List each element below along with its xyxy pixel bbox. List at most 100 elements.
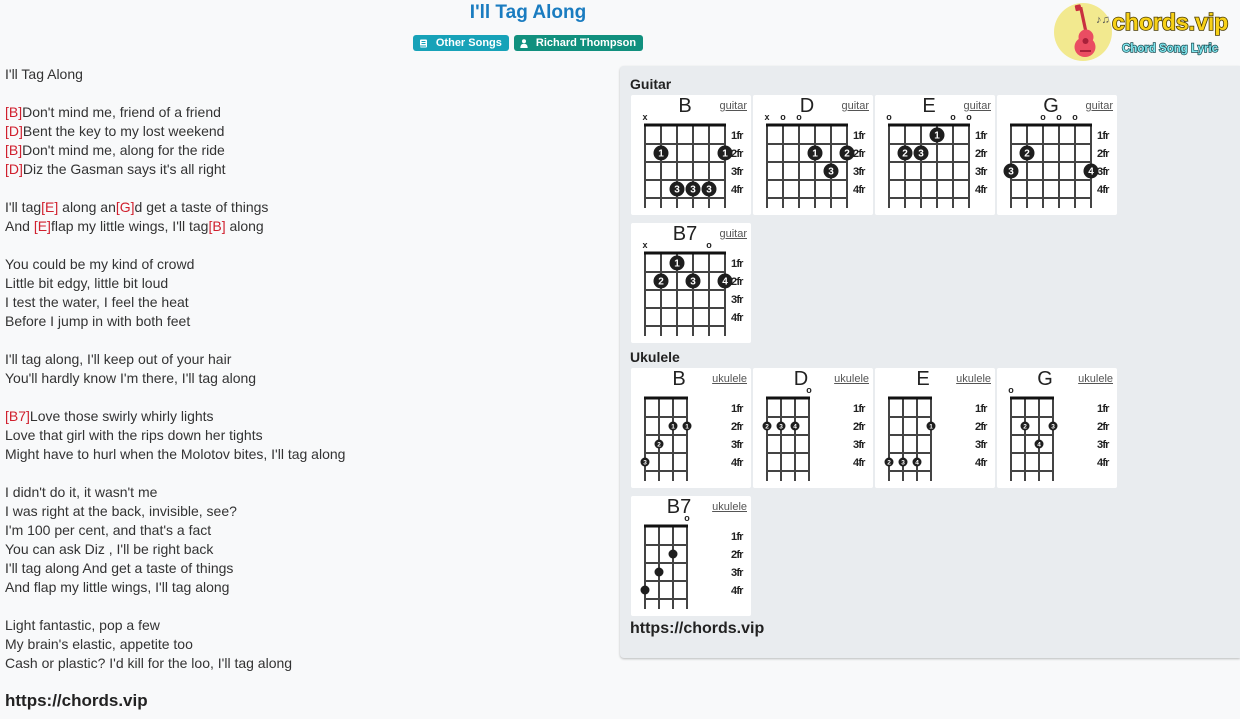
lyric-text: I'll tag along, I'll keep out of your ha…: [5, 351, 232, 367]
fret-label: 1fr: [731, 531, 744, 543]
lyric-text: Love that girl with the rips down her ti…: [5, 427, 263, 443]
chord-marker[interactable]: [E]: [34, 218, 51, 234]
fretboard-diagram: x o 1fr 2fr 3fr 4fr 12 3 4: [642, 240, 745, 336]
finger-number: 1: [658, 149, 664, 160]
chord-name: G: [119, 199, 131, 215]
fret-label: 3fr: [731, 439, 744, 451]
fret-label: 3fr: [853, 439, 866, 451]
finger-number: 4: [1088, 167, 1094, 178]
open-string-marker: o: [1056, 112, 1062, 122]
chord-name: B: [8, 104, 19, 120]
fret-label: 2fr: [853, 148, 866, 160]
lyric-text: d get a taste of things: [134, 199, 269, 215]
lyric-text: Little bit edgy, little bit loud: [5, 275, 169, 291]
chord-marker[interactable]: [B]: [5, 142, 22, 158]
finger-number: 2: [1024, 149, 1030, 160]
lyric-text: I test the water, I feel the heat: [5, 294, 189, 310]
fret-label: 4fr: [731, 585, 744, 597]
site-logo[interactable]: ♪♫ chords.vip Chord Song Lyric: [1053, 1, 1235, 63]
open-string-marker: o: [706, 240, 712, 250]
chord-marker[interactable]: [E]: [41, 199, 58, 215]
lyric-text: Love those swirly whirly lights: [29, 408, 214, 424]
lyrics-body: I'll Tag Along [B]Don't mind me, friend o…: [5, 65, 345, 673]
fret-label: 4fr: [853, 184, 866, 196]
lyric-line: Might have to hurl when the Molotov bite…: [5, 445, 345, 464]
chord-diagrams-panel: Guitar Bguitar x 1fr 2fr 3fr 4fr 1 1 3 3 3 Dguitar x…: [620, 66, 1240, 658]
lyric-blank-line: [5, 236, 345, 255]
fret-label: 1fr: [1097, 130, 1110, 142]
lyric-line: I'll Tag Along: [5, 65, 345, 84]
fret-label: 3fr: [975, 439, 988, 451]
book-icon: [419, 39, 428, 48]
other-songs-badge[interactable]: Other Songs: [412, 35, 509, 51]
ukulele-chord-diagram: Bukulele 1fr 2fr 3fr 4fr 1 1 2 3: [631, 368, 751, 488]
chord-marker[interactable]: [B]: [5, 104, 22, 120]
chord-marker[interactable]: [G]: [116, 199, 135, 215]
lyric-text: Light fantastic, pop a few: [5, 617, 160, 633]
lyric-text: Don't mind me, friend of a friend: [22, 104, 221, 120]
logo-brand: chords.vip: [1112, 9, 1228, 35]
ukulele-chord-diagram: Gukulele o 1fr 2fr 3fr 4fr 2 3 4: [997, 368, 1117, 488]
lyric-text: along an: [58, 199, 116, 215]
panel-url[interactable]: https://chords.vip: [630, 619, 764, 639]
fret-label: 4fr: [1097, 184, 1110, 196]
fret-label: 4fr: [1097, 457, 1110, 469]
finger-number: 4: [1037, 441, 1041, 448]
footer-url[interactable]: https://chords.vip: [5, 690, 148, 712]
chord-marker[interactable]: [B7]: [5, 408, 30, 424]
artist-badge[interactable]: Richard Thompson: [513, 35, 644, 51]
lyric-line: You'll hardly know I'm there, I'll tag a…: [5, 369, 345, 388]
chord-name: B7: [8, 408, 27, 424]
fretboard-diagram: o 1fr 2fr 3fr 4fr: [640, 513, 745, 609]
chord-name: B: [212, 218, 222, 234]
user-icon: [520, 38, 528, 48]
fret-label: 2fr: [1097, 148, 1110, 160]
chord-name: D: [8, 123, 20, 139]
fret-label: 1fr: [853, 403, 866, 415]
ukulele-chord-diagram: Eukulele 1fr 2fr 3fr 4fr 1 2 3 4: [875, 368, 995, 488]
other-songs-label: Other Songs: [435, 37, 502, 49]
guitar-chord-diagram: B7 guitar x o 1fr 2fr 3fr 4fr 1 2 3 4: [631, 223, 751, 343]
fret-label: 4fr: [975, 457, 988, 469]
finger-number: 4: [793, 423, 797, 430]
ukulele-chord-diagram: B7 ukulele o 1fr 2fr 3fr 4fr: [631, 496, 751, 616]
lyric-line: [B]Don't mind me, along for the ride: [5, 141, 345, 160]
fret-label: 3fr: [731, 567, 744, 579]
finger-number: 1: [722, 149, 728, 160]
fret-label: 4fr: [731, 184, 744, 196]
chord-marker[interactable]: [D]: [5, 161, 23, 177]
fret-label: 2fr: [731, 148, 744, 160]
fret-label: 2fr: [975, 148, 988, 160]
chord-marker[interactable]: [D]: [5, 123, 23, 139]
chord-name: E: [45, 199, 55, 215]
finger-number: 1: [674, 259, 680, 270]
open-string-marker: o: [1040, 112, 1046, 122]
lyric-line: [B]Don't mind me, friend of a friend: [5, 103, 345, 122]
ukulele-diagrams: Bukulele 1fr 2fr 3fr 4fr 1 1 2 3 Dukulele o 1fr 2fr 3…: [631, 368, 1117, 616]
fret-label: 2fr: [853, 421, 866, 433]
lyric-line: [D]Diz the Gasman says it's all right: [5, 160, 345, 179]
lyric-blank-line: [5, 179, 345, 198]
lyric-blank-line: [5, 464, 345, 483]
finger-dot: [668, 549, 678, 559]
fret-label: 3fr: [731, 166, 744, 178]
muted-string-marker: x: [642, 240, 647, 250]
fret-label: 1fr: [731, 130, 744, 142]
fretboard-diagram: 1fr 2fr 3fr 4fr 1 2 3 4: [884, 396, 989, 481]
lyric-line: I test the water, I feel the heat: [5, 293, 345, 312]
lyric-line: I'll tag along, I'll keep out of your ha…: [5, 350, 345, 369]
finger-number: 3: [1008, 167, 1014, 178]
ukulele-heading: Ukulele: [630, 349, 680, 365]
finger-number: 3: [690, 277, 696, 288]
chord-name: E: [37, 218, 48, 234]
lyric-text: Bent the key to my lost weekend: [22, 123, 225, 139]
fret-label: 4fr: [853, 457, 866, 469]
music-notes-icon: ♪♫: [1096, 14, 1110, 26]
finger-number: 2: [658, 277, 664, 288]
lyric-text: You'll hardly know I'm there, I'll tag a…: [5, 370, 257, 386]
fretboard-diagram: x1fr2fr3fr4fr1 13 3 3: [642, 112, 745, 208]
chord-marker[interactable]: [B]: [208, 218, 225, 234]
lyric-text: I was right at the back, invisible, see?: [5, 503, 237, 519]
finger-number: 2: [844, 149, 850, 160]
lyric-line: Light fantastic, pop a few: [5, 616, 345, 635]
